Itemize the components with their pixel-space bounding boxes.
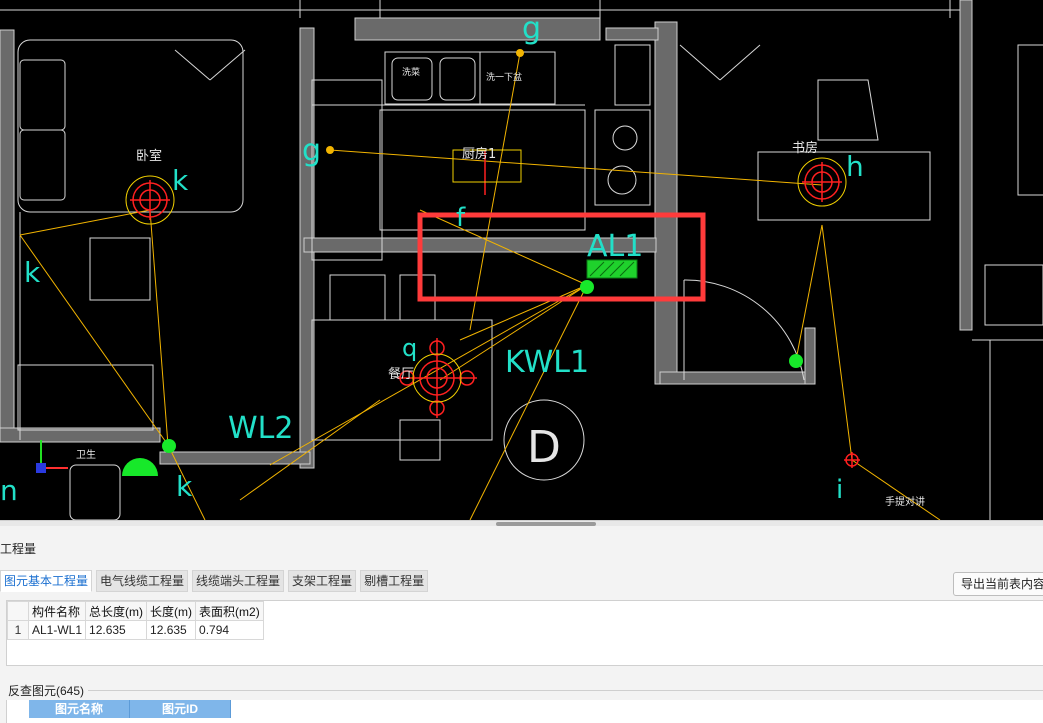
reverse-lookup-table: 图元名称 图元ID xyxy=(6,700,1043,723)
export-table-button[interactable]: 导出当前表内容 xyxy=(953,572,1043,596)
circuit-label-g1: g xyxy=(522,11,541,46)
room-label-kitchen: 厨房1 xyxy=(462,146,496,162)
circuit-label-f1: f xyxy=(456,203,466,233)
column-header-length[interactable]: 长度(m) xyxy=(146,601,197,621)
quantity-tabs: 图元基本工程量 电气线缆工程量 线缆端头工程量 支架工程量 剔槽工程量 xyxy=(0,570,432,592)
room-label-sink2: 洗一下盆 xyxy=(486,71,522,83)
table-header-row: 构件名称 总长度(m) 长度(m) 表面积(m2) xyxy=(7,601,264,621)
door-label-d: D xyxy=(527,422,561,473)
circuit-label-k3: k xyxy=(176,470,193,503)
light-rings xyxy=(125,149,847,403)
quantity-panel: 工程量 图元基本工程量 电气线缆工程量 线缆端头工程量 支架工程量 剔槽工程量 … xyxy=(0,526,1043,723)
column-header-area[interactable]: 表面积(m2) xyxy=(195,601,264,621)
table-row[interactable]: 1 AL1-WL1 12.635 12.635 0.794 xyxy=(7,620,264,640)
cad-drawing-canvas[interactable]: 卧室 厨房1 书房 餐厅 手提对讲 洗菜 洗一下盆 卫生 AL1 KWL1 WL… xyxy=(0,0,1043,520)
wires xyxy=(19,52,941,520)
cell-area[interactable]: 0.794 xyxy=(195,620,264,640)
cell-total-length[interactable]: 12.635 xyxy=(85,620,148,640)
panel-title: 工程量 xyxy=(0,542,37,556)
tab-basic-quantity[interactable]: 图元基本工程量 xyxy=(0,570,93,592)
column-header-total-length[interactable]: 总长度(m) xyxy=(85,601,148,621)
circuit-label-i1: i xyxy=(836,475,843,505)
column-header-name[interactable]: 构件名称 xyxy=(27,601,87,621)
ucs-axis-icon xyxy=(36,440,68,473)
tab-groove-quantity[interactable]: 剔槽工程量 xyxy=(360,570,429,592)
circuit-label-k2: k xyxy=(24,256,41,289)
room-label-study: 书房 xyxy=(792,140,818,156)
tab-cable-quantity[interactable]: 电气线缆工程量 xyxy=(96,570,189,592)
column-header-element-name[interactable]: 图元名称 xyxy=(29,700,130,718)
circuit-label-g2: g xyxy=(302,133,321,168)
tab-bracket-quantity[interactable]: 支架工程量 xyxy=(288,570,357,592)
reverse-lookup-divider xyxy=(88,690,1043,691)
circuit-label-k1: k xyxy=(172,164,189,197)
floor-plan-drawing[interactable]: 卧室 厨房1 书房 餐厅 手提对讲 洗菜 洗一下盆 卫生 AL1 KWL1 WL… xyxy=(0,0,1043,520)
circuit-label-n1: n xyxy=(0,474,18,507)
cell-length[interactable]: 12.635 xyxy=(146,620,197,640)
reverse-lookup-title: 反查图元(645) xyxy=(8,684,85,698)
room-label-dining: 餐厅 xyxy=(388,366,414,382)
circuit-label-kwl1: KWL1 xyxy=(505,345,589,380)
reverse-lookup-header: 图元名称 图元ID xyxy=(29,700,231,718)
walls xyxy=(0,0,973,469)
quantity-table-area: 构件名称 总长度(m) 长度(m) 表面积(m2) 1 AL1-WL1 12.6… xyxy=(6,600,1043,666)
circuit-label-q1: q xyxy=(402,334,417,362)
row-number: 1 xyxy=(7,620,29,640)
quantity-table: 构件名称 总长度(m) 长度(m) 表面积(m2) 1 AL1-WL1 12.6… xyxy=(7,601,264,640)
row-number-header xyxy=(7,601,29,621)
room-label-bath: 卫生 xyxy=(76,448,96,461)
room-label-bedroom: 卧室 xyxy=(136,148,162,164)
circuit-label-al1: AL1 xyxy=(587,229,643,264)
circuit-label-h1: h xyxy=(846,150,864,183)
tab-cable-terminal-quantity[interactable]: 线缆端头工程量 xyxy=(192,570,285,592)
column-header-element-id[interactable]: 图元ID xyxy=(130,700,231,718)
room-label-tv: 手提对讲 xyxy=(885,495,925,508)
cell-name[interactable]: AL1-WL1 xyxy=(27,620,87,640)
room-label-sink: 洗菜 xyxy=(402,66,420,78)
circuit-label-wl2: WL2 xyxy=(228,411,293,446)
